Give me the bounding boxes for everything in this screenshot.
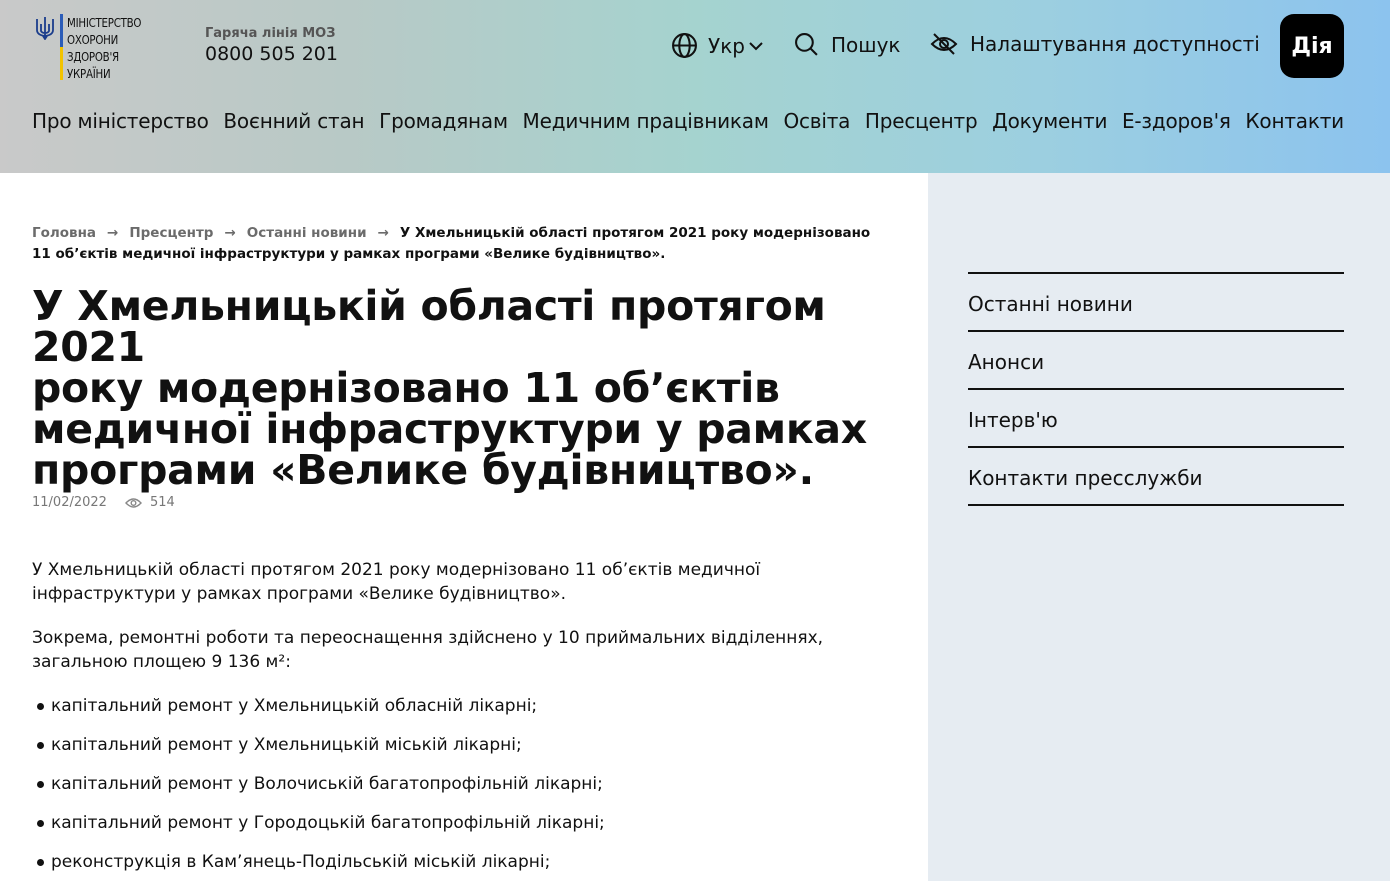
list-item: капітальний ремонт у Хмельницькій міські… (32, 733, 892, 772)
article-date: 11/02/2022 (32, 495, 107, 510)
paragraph-line: загальною площею 9 136 м²: (32, 652, 291, 672)
diia-button[interactable]: Дія (1280, 14, 1344, 78)
breadcrumb-latest-news[interactable]: Останні новини (247, 225, 367, 241)
logo-line: ЗДОРОВ'Я (67, 49, 119, 64)
nav-item-medical-workers[interactable]: Медичним працівникам (523, 109, 769, 133)
article-body: У Хмельницькій області протягом 2021 рок… (32, 558, 892, 881)
hotline-phone[interactable]: 0800 505 201 (205, 43, 338, 65)
search-icon (795, 33, 818, 56)
sidebar-item-interviews[interactable]: Інтерв'ю (968, 390, 1344, 448)
bullet-icon (37, 859, 44, 866)
logo-line: ОХОРОНИ (67, 32, 119, 47)
list-item: капітальний ремонт у Волочиській багатоп… (32, 772, 892, 811)
page-title: У Хмельницькій області протягом 2021 рок… (32, 286, 892, 491)
eye-off-icon (930, 33, 958, 55)
hotline: Гаряча лінія МОЗ 0800 505 201 (205, 26, 338, 65)
site-header: МІНІСТЕРСТВО ОХОРОНИ ЗДОРОВ'Я УКРАЇНИ Га… (0, 0, 1390, 173)
logo-flag-bar (60, 14, 63, 80)
list-item: реконструкція в Кам’янець-Подільській мі… (32, 850, 892, 881)
ministry-logo[interactable]: МІНІСТЕРСТВО ОХОРОНИ ЗДОРОВ'Я УКРАЇНИ (34, 14, 158, 82)
main-nav: Про міністерство Воєнний стан Громадянам… (32, 109, 1344, 133)
breadcrumb-press-center[interactable]: Пресцентр (129, 225, 213, 241)
nav-item-citizens[interactable]: Громадянам (379, 109, 508, 133)
title-line: програми «Велике будівництво». (32, 446, 814, 494)
bullet-icon (37, 703, 44, 710)
breadcrumb-home[interactable]: Головна (32, 225, 96, 241)
logo-line: МІНІСТЕРСТВО (67, 15, 142, 30)
nav-item-e-health[interactable]: Е-здоров'я (1122, 109, 1231, 133)
sidebar-item-press-contacts[interactable]: Контакти пресслужби (968, 448, 1344, 506)
globe-icon (672, 33, 697, 58)
search-label: Пошук (831, 32, 901, 57)
list-item: капітальний ремонт у Хмельницькій обласн… (32, 694, 892, 733)
sidebar: Останні новини Анонси Інтерв'ю Контакти … (928, 173, 1390, 881)
sidebar-menu: Останні новини Анонси Інтерв'ю Контакти … (968, 272, 1344, 506)
arrow-right-icon: → (107, 225, 119, 241)
nav-item-about[interactable]: Про міністерство (32, 109, 209, 133)
paragraph-line: У Хмельницькій області протягом 2021 рок… (32, 560, 761, 580)
logo-text: МІНІСТЕРСТВО ОХОРОНИ ЗДОРОВ'Я УКРАЇНИ (67, 14, 141, 82)
title-line: року модернізовано 11 об’єктів (32, 364, 780, 412)
search-button[interactable]: Пошук (794, 32, 901, 57)
title-line: У Хмельницькій області протягом 2021 (32, 282, 826, 371)
arrow-right-icon: → (224, 225, 236, 241)
eye-icon (124, 497, 142, 508)
bullet-icon (37, 781, 44, 788)
search[interactable]: Пошук (794, 32, 901, 57)
nav-item-education[interactable]: Освіта (783, 109, 850, 133)
hotline-label: Гаряча лінія МОЗ (205, 26, 336, 41)
list-item: капітальний ремонт у Городоцькій багатоп… (32, 811, 892, 850)
sidebar-item-announcements[interactable]: Анонси (968, 332, 1344, 390)
bullet-icon (37, 820, 44, 827)
accessibility[interactable]: Налаштування доступності (930, 32, 1260, 56)
arrow-right-icon: → (377, 225, 389, 241)
breadcrumb: Головна → Пресцентр → Останні новини → У Хмель… (32, 223, 892, 265)
paragraph-line: Зокрема, ремонтні роботи та переоснащенн… (32, 628, 824, 648)
title-line: медичної інфраструктури у рамках (32, 405, 867, 453)
sidebar-item-latest-news[interactable]: Останні новини (968, 274, 1344, 332)
paragraph: Зокрема, ремонтні роботи та переоснащенн… (32, 626, 892, 674)
logo-line: УКРАЇНИ (67, 66, 111, 81)
language-button[interactable]: Укр (671, 32, 764, 59)
chevron-down-icon (749, 41, 763, 50)
trident-icon (36, 17, 54, 40)
list-item-text: реконструкція в Кам’янець-Подільській мі… (51, 852, 551, 872)
list-item-text: капітальний ремонт у Волочиській багатоп… (51, 774, 603, 794)
nav-item-contacts[interactable]: Контакти (1245, 109, 1344, 133)
view-count-value: 514 (149, 495, 175, 510)
language-label: Укр (708, 33, 745, 58)
paragraph-line: інфраструктури у рамках програми «Велике… (32, 584, 566, 604)
language-selector[interactable]: Укр (671, 32, 764, 59)
bullet-icon (37, 742, 44, 749)
accessibility-label: Налаштування доступності (970, 32, 1260, 56)
nav-item-documents[interactable]: Документи (992, 109, 1107, 133)
accessibility-button[interactable]: Налаштування доступності (930, 32, 1260, 56)
article-meta: 11/02/2022 514 (32, 495, 175, 510)
list-item-text: капітальний ремонт у Хмельницькій міські… (51, 735, 522, 755)
list-item-text: капітальний ремонт у Хмельницькій обласн… (51, 696, 538, 716)
nav-item-press-center[interactable]: Пресцентр (865, 109, 978, 133)
list-item-text: капітальний ремонт у Городоцькій багатоп… (51, 813, 605, 833)
nav-item-martial-law[interactable]: Воєнний стан (223, 109, 364, 133)
paragraph: У Хмельницькій області протягом 2021 рок… (32, 558, 892, 606)
bullet-list: капітальний ремонт у Хмельницькій обласн… (32, 694, 892, 881)
view-count: 514 (124, 495, 175, 510)
